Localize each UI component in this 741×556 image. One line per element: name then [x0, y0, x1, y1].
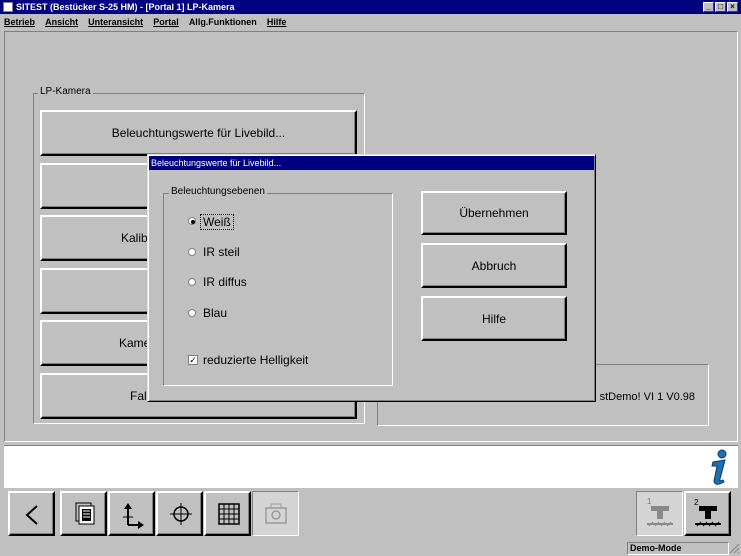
- radio-blau[interactable]: Blau: [188, 305, 308, 323]
- minimize-button[interactable]: _: [703, 2, 714, 12]
- menu-unteransicht[interactable]: Unteransicht: [88, 14, 143, 30]
- portal-1-button[interactable]: 1: [636, 491, 683, 536]
- menu-hilfe[interactable]: Hilfe: [267, 14, 287, 30]
- menu-unteransicht-label: Unteransicht: [88, 17, 144, 27]
- feeder-button[interactable]: [60, 491, 107, 536]
- menu-hilfe-label: Hilfe: [266, 17, 287, 27]
- radio-ir-steil[interactable]: IR steil: [188, 244, 308, 262]
- menu-ansicht-label: Ansicht: [45, 17, 79, 27]
- feeder-icon: [75, 502, 95, 525]
- close-button[interactable]: ×: [727, 2, 738, 12]
- app-icon[interactable]: [3, 2, 13, 12]
- reduzierte-helligkeit-checkbox[interactable]: ✓ reduzierte Helligkeit: [188, 352, 368, 370]
- lp-kamera-group-label: LP-Kamera: [38, 86, 93, 97]
- uebernehmen-button[interactable]: Übernehmen: [421, 191, 567, 235]
- radio-ir-steil-label: IR steil: [203, 245, 240, 259]
- dialog-title: Beleuchtungswerte für Livebild...: [151, 158, 282, 168]
- radio-ir-steil-indicator: [188, 248, 196, 256]
- message-strip: [4, 445, 738, 488]
- grid-button[interactable]: [204, 491, 251, 536]
- version-text: stDemo! VI 1 V0.98: [599, 391, 695, 403]
- hilfe-button[interactable]: Hilfe: [421, 296, 567, 341]
- window-title: SITEST (Bestücker S-25 HM) - [Portal 1] …: [16, 2, 235, 12]
- back-arrow-icon: [25, 505, 38, 525]
- menu-bar: Betrieb Ansicht Unteransicht Portal Allg…: [0, 14, 741, 30]
- grid-icon: [218, 503, 240, 525]
- menu-allg-funktionen[interactable]: Allg.Funktionen: [189, 14, 257, 30]
- radio-weiss[interactable]: Weiß: [188, 213, 308, 231]
- radio-ir-diffus-label: IR diffus: [203, 275, 247, 289]
- axis-icon: [123, 503, 144, 529]
- radio-weiss-label: Weiß: [200, 214, 234, 230]
- uebernehmen-button-label: Übernehmen: [459, 206, 529, 220]
- kalibrierung-button-label: Kalib: [121, 231, 148, 245]
- placement-head-icon: [647, 506, 673, 527]
- status-mode: Demo-Mode: [627, 542, 729, 555]
- radio-ir-diffus-indicator: [188, 278, 196, 286]
- dialog-titlebar: Beleuchtungswerte für Livebild...: [149, 156, 594, 170]
- placement-head-icon: [695, 506, 721, 527]
- resize-grip-icon[interactable]: [729, 543, 740, 555]
- reduzierte-helligkeit-label: reduzierte Helligkeit: [203, 353, 309, 367]
- portal-2-button[interactable]: 2: [684, 491, 731, 536]
- radio-ir-diffus[interactable]: IR diffus: [188, 274, 308, 292]
- camera-button[interactable]: [252, 491, 299, 536]
- menu-betrieb[interactable]: Betrieb: [4, 14, 35, 30]
- radio-blau-label: Blau: [203, 306, 228, 320]
- info-icon[interactable]: [703, 448, 733, 486]
- kamera-button-label: Kame: [119, 336, 151, 350]
- abbruch-button[interactable]: Abbruch: [421, 243, 567, 288]
- menu-portal[interactable]: Portal: [153, 14, 179, 30]
- beleuchtungsebenen-label: Beleuchtungsebenen: [169, 186, 267, 197]
- beleuchtungswerte-dialog: Beleuchtungswerte für Livebild... Beleuc…: [147, 154, 596, 402]
- window-titlebar: SITEST (Bestücker S-25 HM) - [Portal 1] …: [0, 0, 741, 14]
- menu-ansicht[interactable]: Ansicht: [45, 14, 78, 30]
- menu-betrieb-label: Betrieb: [4, 17, 36, 27]
- radio-weiss-indicator: [188, 217, 196, 225]
- menu-allg-funktionen-label: Allg.Funktionen: [188, 17, 257, 27]
- beleuchtungswerte-button[interactable]: Beleuchtungswerte für Livebild...: [40, 110, 357, 156]
- hilfe-button-label: Hilfe: [481, 311, 506, 326]
- abbruch-button-label: Abbruch: [471, 258, 517, 273]
- axis-button[interactable]: [108, 491, 155, 536]
- crosshair-button[interactable]: [156, 491, 203, 536]
- maximize-button[interactable]: □: [715, 2, 726, 12]
- back-button[interactable]: [8, 491, 55, 536]
- beleuchtungswerte-button-label: Beleuchtungswerte für Livebild...: [111, 126, 286, 140]
- checkmark-icon: ✓: [188, 355, 198, 365]
- crosshair-icon: [170, 503, 192, 525]
- camera-icon: [265, 503, 287, 524]
- menu-portal-label: Portal: [153, 17, 179, 27]
- radio-blau-indicator: [188, 309, 196, 317]
